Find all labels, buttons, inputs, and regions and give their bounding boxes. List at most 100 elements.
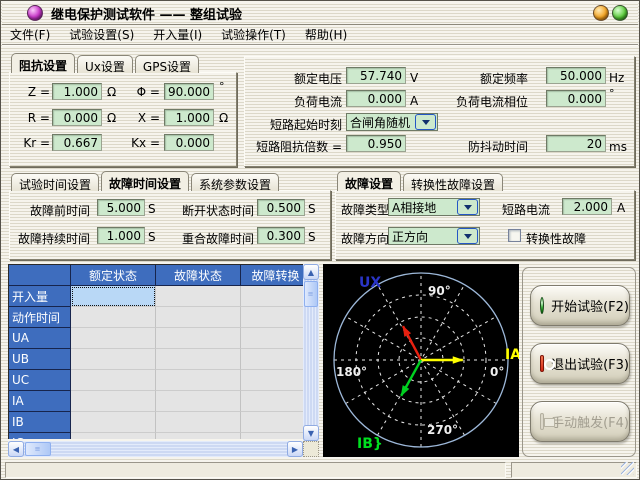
- chevron-down-icon[interactable]: [457, 228, 478, 244]
- table-cell[interactable]: [241, 286, 303, 307]
- table-row: UB: [9, 349, 303, 370]
- rating-panel: 额定电压 V 额定频率 Hz 负荷电流 A 负荷电流相位 ° 短路起始时刻 合闸…: [244, 56, 635, 167]
- tab-fault-time-settings[interactable]: 故障时间设置: [101, 171, 189, 191]
- table-cell[interactable]: [156, 412, 241, 433]
- short-start-value: 合闸角随机: [347, 114, 415, 131]
- results-table: 额定状态 故障状态 故障转换 开入量 动作时间 UA: [8, 264, 319, 457]
- table-cell[interactable]: [156, 307, 241, 328]
- table-cell[interactable]: [71, 412, 156, 433]
- label-ia: IA: [505, 347, 519, 363]
- tab-impedance-settings[interactable]: 阻抗设置: [11, 53, 75, 73]
- short-start-dropdown[interactable]: 合闸角随机: [346, 113, 438, 131]
- minimize-button-icon[interactable]: [593, 5, 609, 21]
- start-test-button[interactable]: 开始试验(F2): [530, 285, 630, 326]
- exit-test-button[interactable]: 退出试验(F3): [530, 343, 630, 384]
- table-cell[interactable]: [71, 433, 156, 439]
- table-cell[interactable]: [241, 370, 303, 391]
- table-cell[interactable]: [156, 286, 241, 307]
- load-phase-label: 负荷电流相位: [395, 93, 528, 110]
- r-input[interactable]: [52, 109, 102, 126]
- table-cell[interactable]: [241, 391, 303, 412]
- debounce-input[interactable]: [546, 135, 606, 152]
- row-header: IA: [9, 391, 71, 412]
- fault-duration-label: 故障持续时间: [16, 230, 90, 247]
- horizontal-scroll-thumb[interactable]: ≡: [25, 442, 51, 456]
- manual-trigger-icon: [540, 413, 544, 430]
- resize-grip[interactable]: [621, 462, 634, 475]
- results-grid: 额定状态 故障状态 故障转换 开入量 动作时间 UA: [8, 264, 303, 439]
- kx-label: Kx =: [112, 136, 160, 150]
- menu-test-settings[interactable]: 试验设置(S): [62, 25, 141, 44]
- row-header: UB: [9, 349, 71, 370]
- tab-convertible-fault-settings[interactable]: 转换性故障设置: [403, 173, 503, 191]
- fault-tabcontrol: 故障设置 转换性故障设置 故障类型 A相接地 短路电流 A 故障方向 正方向 转…: [335, 171, 635, 260]
- table-cell[interactable]: [241, 328, 303, 349]
- table-cell-selected[interactable]: [71, 286, 156, 307]
- kr-input[interactable]: [52, 134, 102, 151]
- table-vertical-scrollbar[interactable]: ▲ ≡ ▼: [303, 264, 319, 441]
- kx-input[interactable]: [164, 134, 214, 151]
- table-cell[interactable]: [156, 391, 241, 412]
- impedance-mult-label: 短路阻抗倍数 =: [247, 138, 342, 155]
- table-header-row: 额定状态 故障状态 故障转换: [9, 265, 303, 286]
- r-label: R =: [14, 111, 50, 125]
- table-cell[interactable]: [71, 391, 156, 412]
- table-cell[interactable]: [156, 349, 241, 370]
- phi-input[interactable]: [164, 83, 214, 100]
- x-input[interactable]: [164, 109, 214, 126]
- short-current-label: 短路电流: [502, 201, 546, 218]
- reclose-fault-time-input[interactable]: [257, 227, 305, 244]
- menu-test-operation[interactable]: 试验操作(T): [214, 25, 293, 44]
- open-state-time-input[interactable]: [257, 199, 305, 216]
- tab-fault-settings[interactable]: 故障设置: [337, 171, 401, 191]
- table-row: UA: [9, 328, 303, 349]
- table-cell[interactable]: [71, 370, 156, 391]
- rated-frequency-unit: Hz: [609, 71, 624, 85]
- chevron-down-icon[interactable]: [457, 199, 478, 215]
- time-tabcontrol: 试验时间设置 故障时间设置 系统参数设置 故障前时间 S 断开状态时间 S 故障…: [9, 171, 331, 260]
- z-input[interactable]: [52, 83, 102, 100]
- tab-system-param-settings[interactable]: 系统参数设置: [191, 173, 279, 191]
- table-cell[interactable]: [241, 433, 303, 439]
- table-cell[interactable]: [241, 412, 303, 433]
- table-cell[interactable]: [156, 328, 241, 349]
- scroll-right-icon[interactable]: ▶: [287, 441, 303, 457]
- fault-tabpage: 故障类型 A相接地 短路电流 A 故障方向 正方向 转换性故障: [335, 190, 635, 260]
- scroll-up-icon[interactable]: ▲: [303, 264, 319, 280]
- convertible-fault-checkbox[interactable]: [508, 229, 521, 242]
- impedance-tabpage: Z = Ω Φ = ° R = Ω X = Ω Kr = Kx =: [9, 72, 237, 167]
- table-cell[interactable]: [241, 307, 303, 328]
- menu-binary-input[interactable]: 开入量(I): [146, 25, 209, 44]
- table-row: 动作时间: [9, 307, 303, 328]
- vertical-scroll-thumb[interactable]: ≡: [304, 281, 318, 307]
- fault-type-dropdown[interactable]: A相接地: [388, 198, 480, 216]
- short-current-input[interactable]: [562, 198, 612, 215]
- row-header: 开入量: [9, 286, 71, 307]
- menu-file[interactable]: 文件(F): [3, 25, 57, 44]
- prefault-time-input[interactable]: [97, 199, 145, 216]
- tab-gps-settings[interactable]: GPS设置: [135, 55, 199, 73]
- table-cell[interactable]: [71, 349, 156, 370]
- chevron-down-icon[interactable]: [415, 114, 436, 130]
- start-icon: [540, 297, 544, 314]
- reclose-fault-time-label: 重合故障时间: [164, 230, 254, 247]
- close-button-icon[interactable]: [612, 5, 628, 21]
- window-title: 继电保护测试软件 —— 整组试验: [51, 4, 242, 23]
- fault-direction-dropdown[interactable]: 正方向: [388, 227, 480, 245]
- table-cell[interactable]: [71, 328, 156, 349]
- column-header: 故障转换: [241, 265, 303, 286]
- table-cell[interactable]: [156, 370, 241, 391]
- table-cell[interactable]: [71, 307, 156, 328]
- scroll-left-icon[interactable]: ◀: [8, 441, 24, 457]
- tab-test-time-settings[interactable]: 试验时间设置: [11, 173, 99, 191]
- fault-duration-input[interactable]: [97, 227, 145, 244]
- table-cell[interactable]: [156, 433, 241, 439]
- table-horizontal-scrollbar[interactable]: ◀ ≡ ▶: [8, 441, 303, 457]
- tab-ux-settings[interactable]: Ux设置: [77, 55, 133, 73]
- table-cell[interactable]: [241, 349, 303, 370]
- load-phase-input[interactable]: [546, 90, 606, 107]
- row-header: UC: [9, 370, 71, 391]
- scroll-down-icon[interactable]: ▼: [303, 425, 319, 441]
- menu-help[interactable]: 帮助(H): [298, 25, 354, 44]
- rated-frequency-input[interactable]: [546, 67, 606, 84]
